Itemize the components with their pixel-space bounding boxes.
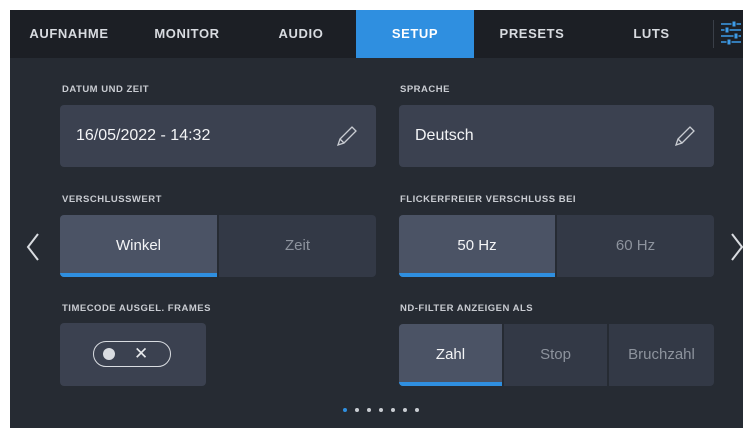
shutter-winkel-button[interactable]: Winkel — [60, 215, 217, 277]
toggle-switch-icon[interactable]: ✕ — [93, 341, 171, 367]
flicker-50hz-button[interactable]: 50 Hz — [399, 215, 555, 277]
pencil-icon — [672, 123, 698, 149]
shutter-winkel-label: Winkel — [115, 237, 161, 254]
flicker-free-label: FLICKERFREIER VERSCHLUSS BEI — [400, 194, 577, 205]
nd-zahl-label: Zahl — [435, 346, 466, 363]
date-time-label: DATUM UND ZEIT — [62, 84, 150, 95]
nd-stop-label: Stop — [540, 346, 571, 363]
page-dot[interactable] — [403, 408, 407, 412]
shutter-value-label: VERSCHLUSSWERT — [62, 194, 162, 205]
chevron-right-icon[interactable] — [728, 232, 743, 262]
page-dot[interactable] — [379, 408, 383, 412]
tab-presets[interactable]: PRESETS — [474, 10, 590, 58]
timecode-dropframe-label: TIMECODE AUSGEL. FRAMES — [62, 303, 211, 314]
shutter-value-selector: Winkel Zeit — [60, 215, 376, 277]
page-dot[interactable] — [355, 408, 359, 412]
tab-audio[interactable]: AUDIO — [246, 10, 356, 58]
language-value: Deutsch — [415, 127, 474, 144]
camera-setup-screen: AUFNAHME MONITOR AUDIO SETUP PRESETS LUT… — [10, 10, 743, 428]
page-dot[interactable] — [415, 408, 419, 412]
selected-indicator — [399, 273, 555, 277]
shutter-zeit-button[interactable]: Zeit — [219, 215, 376, 277]
settings-sliders-icon[interactable] — [720, 10, 743, 58]
tab-bar: AUFNAHME MONITOR AUDIO SETUP PRESETS LUT… — [10, 10, 743, 58]
tab-aufnahme[interactable]: AUFNAHME — [10, 10, 128, 58]
flicker-60hz-label: 60 Hz — [615, 237, 656, 254]
date-time-value: 16/05/2022 - 14:32 — [76, 127, 211, 144]
tab-monitor[interactable]: MONITOR — [128, 10, 246, 58]
selected-indicator — [60, 273, 217, 277]
close-x-icon: ✕ — [134, 344, 149, 363]
page-dot[interactable] — [391, 408, 395, 412]
nd-bruchzahl-label: Bruchzahl — [628, 346, 695, 363]
tab-divider — [713, 20, 714, 48]
nd-filter-selector: Zahl Stop Bruchzahl — [399, 324, 714, 386]
page-dot-current[interactable] — [343, 408, 347, 412]
flicker-50hz-label: 50 Hz — [457, 237, 497, 254]
chevron-left-icon[interactable] — [24, 232, 42, 262]
tab-setup[interactable]: SETUP — [356, 10, 474, 58]
nd-filter-label: ND-FILTER ANZEIGEN ALS — [400, 303, 534, 314]
nd-bruchzahl-button[interactable]: Bruchzahl — [609, 324, 714, 386]
pencil-icon — [334, 123, 360, 149]
page-dot[interactable] — [367, 408, 371, 412]
timecode-dropframe-panel: ✕ — [60, 323, 206, 386]
flicker-60hz-button[interactable]: 60 Hz — [557, 215, 714, 277]
language-field[interactable]: Deutsch — [399, 105, 714, 167]
toggle-knob — [103, 348, 115, 360]
tab-luts[interactable]: LUTS — [590, 10, 713, 58]
nd-stop-button[interactable]: Stop — [504, 324, 607, 386]
flicker-free-selector: 50 Hz 60 Hz — [399, 215, 714, 277]
language-label: SPRACHE — [400, 84, 450, 95]
date-time-field[interactable]: 16/05/2022 - 14:32 — [60, 105, 376, 167]
selected-indicator — [399, 382, 502, 386]
shutter-zeit-label: Zeit — [284, 237, 310, 254]
nd-zahl-button[interactable]: Zahl — [399, 324, 502, 386]
